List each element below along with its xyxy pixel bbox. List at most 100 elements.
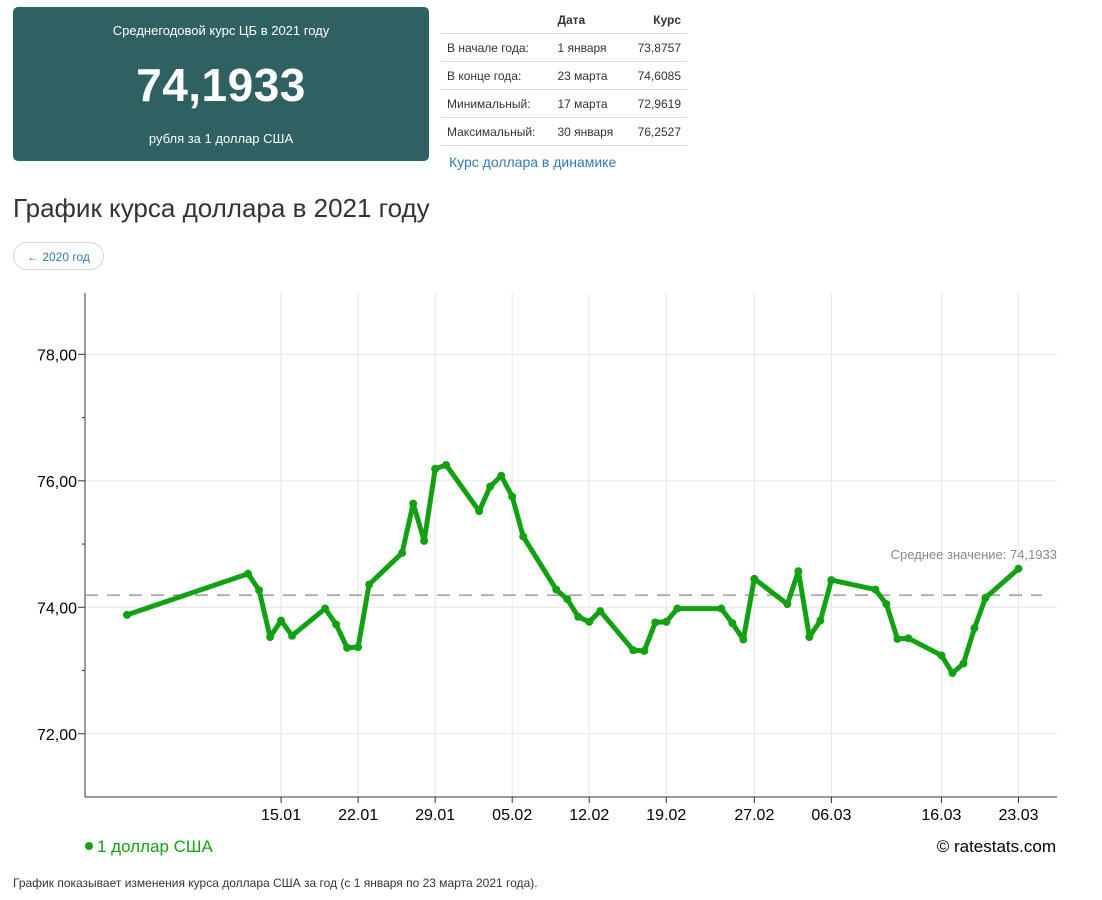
row-rate: 74,6085 (626, 61, 687, 90)
data-point (728, 619, 737, 628)
x-tick-label: 27.02 (734, 807, 774, 824)
legend-label: 1 доллар США (97, 837, 214, 856)
data-point (871, 585, 880, 594)
data-point (596, 607, 605, 616)
data-point (629, 646, 638, 655)
data-point (662, 617, 671, 626)
data-point (486, 482, 495, 491)
data-point (277, 616, 286, 625)
table-header-label (441, 7, 552, 34)
data-point (519, 532, 528, 541)
data-point (882, 600, 891, 609)
data-point (321, 604, 330, 613)
table-header-rate: Курс (626, 7, 687, 34)
data-point (354, 643, 363, 652)
x-tick-label: 23.03 (998, 807, 1038, 824)
row-label: Максимальный: (441, 117, 552, 146)
rate-chart: 72,00 74,00 76,00 78,00 15.01 22.01 29.01 05.0… (37, 293, 1057, 856)
data-point (431, 464, 440, 473)
data-point (794, 567, 803, 576)
average-rate-caption: Среднегодовой курс ЦБ в 2021 году (112, 23, 330, 38)
legend-marker (85, 842, 93, 850)
x-tick-label: 12.02 (569, 807, 609, 824)
x-tick-label: 06.03 (811, 807, 851, 824)
x-tick-label: 22.01 (338, 807, 378, 824)
data-point (805, 633, 814, 642)
average-rate-value: 74,1933 (136, 59, 306, 111)
data-point (1014, 564, 1023, 573)
table-row: Минимальный: 17 марта 72,9619 (441, 89, 687, 118)
data-point (266, 633, 275, 642)
row-label: В начале года: (441, 33, 552, 62)
data-point (365, 580, 374, 589)
row-date: 30 января (551, 117, 627, 146)
row-label: В конце года: (441, 61, 552, 90)
series-line (124, 462, 1021, 676)
data-point (750, 574, 759, 583)
data-point (816, 616, 825, 625)
data-point (904, 634, 913, 643)
data-point (783, 600, 792, 609)
series-points (123, 461, 1023, 678)
data-point (409, 499, 418, 508)
data-point (255, 586, 264, 595)
data-point (640, 646, 649, 655)
data-point (574, 612, 583, 621)
data-point (948, 669, 957, 678)
data-point (508, 492, 517, 501)
row-date: 17 марта (551, 89, 627, 118)
data-point (475, 507, 484, 516)
data-point (244, 569, 253, 578)
y-tick-label: 72,00 (37, 727, 77, 744)
table-header-row: Дата Курс (441, 7, 687, 34)
data-point (123, 610, 131, 619)
average-rate-card: Среднегодовой курс ЦБ в 2021 году 74,193… (13, 7, 429, 161)
x-tick-label: 19.02 (646, 807, 686, 824)
y-tick-label: 78,00 (37, 347, 77, 364)
data-point (552, 585, 561, 594)
row-rate: 76,2527 (626, 117, 687, 146)
data-point (717, 604, 726, 613)
data-point (827, 576, 836, 585)
data-point (398, 548, 407, 557)
x-tick-label: 16.03 (921, 807, 961, 824)
table-row: В начале года: 1 января 73,8757 (441, 33, 687, 62)
watermark: © ratestats.com (937, 837, 1056, 856)
table-row: Максимальный: 30 января 76,2527 (441, 117, 687, 146)
x-tick-label: 29.01 (415, 807, 455, 824)
x-tick-label: 05.02 (492, 807, 532, 824)
data-point (673, 604, 682, 613)
y-tick-label: 74,00 (37, 600, 77, 617)
data-point (970, 624, 979, 633)
x-tick-label: 15.01 (261, 807, 301, 824)
page-title: График курса доллара в 2021 году (13, 193, 430, 223)
data-point (442, 461, 451, 470)
previous-year-button[interactable]: ← 2020 год (13, 242, 104, 270)
table-header-date: Дата (551, 7, 627, 34)
data-point (563, 595, 572, 604)
data-point (288, 631, 297, 640)
row-label: Минимальный: (441, 89, 552, 118)
average-label: Среднее значение: 74,1933 (891, 547, 1057, 562)
row-date: 23 марта (551, 61, 627, 90)
chart-footnote: График показывает изменения курса доллар… (13, 876, 538, 890)
data-point (959, 659, 968, 668)
row-rate: 72,9619 (626, 89, 687, 118)
data-point (739, 635, 748, 644)
table-row: В конце года: 23 марта 74,6085 (441, 61, 687, 90)
rate-stats-table: Дата Курс В начале года: 1 января 73,875… (441, 7, 687, 146)
data-point (893, 634, 902, 643)
data-point (981, 593, 990, 602)
data-point (651, 618, 660, 627)
data-point (420, 536, 429, 545)
data-point (585, 617, 594, 626)
data-point (937, 651, 946, 660)
y-tick-label: 76,00 (37, 474, 77, 491)
data-point (497, 471, 506, 480)
row-date: 1 января (551, 33, 627, 62)
dollar-dynamics-link[interactable]: Курс доллара в динамике (449, 154, 616, 170)
data-point (343, 643, 352, 652)
y-tick-labels: 72,00 74,00 76,00 78,00 (37, 347, 77, 743)
chart-grid (85, 293, 1057, 797)
average-rate-unit: рубля за 1 доллар США (148, 131, 294, 146)
